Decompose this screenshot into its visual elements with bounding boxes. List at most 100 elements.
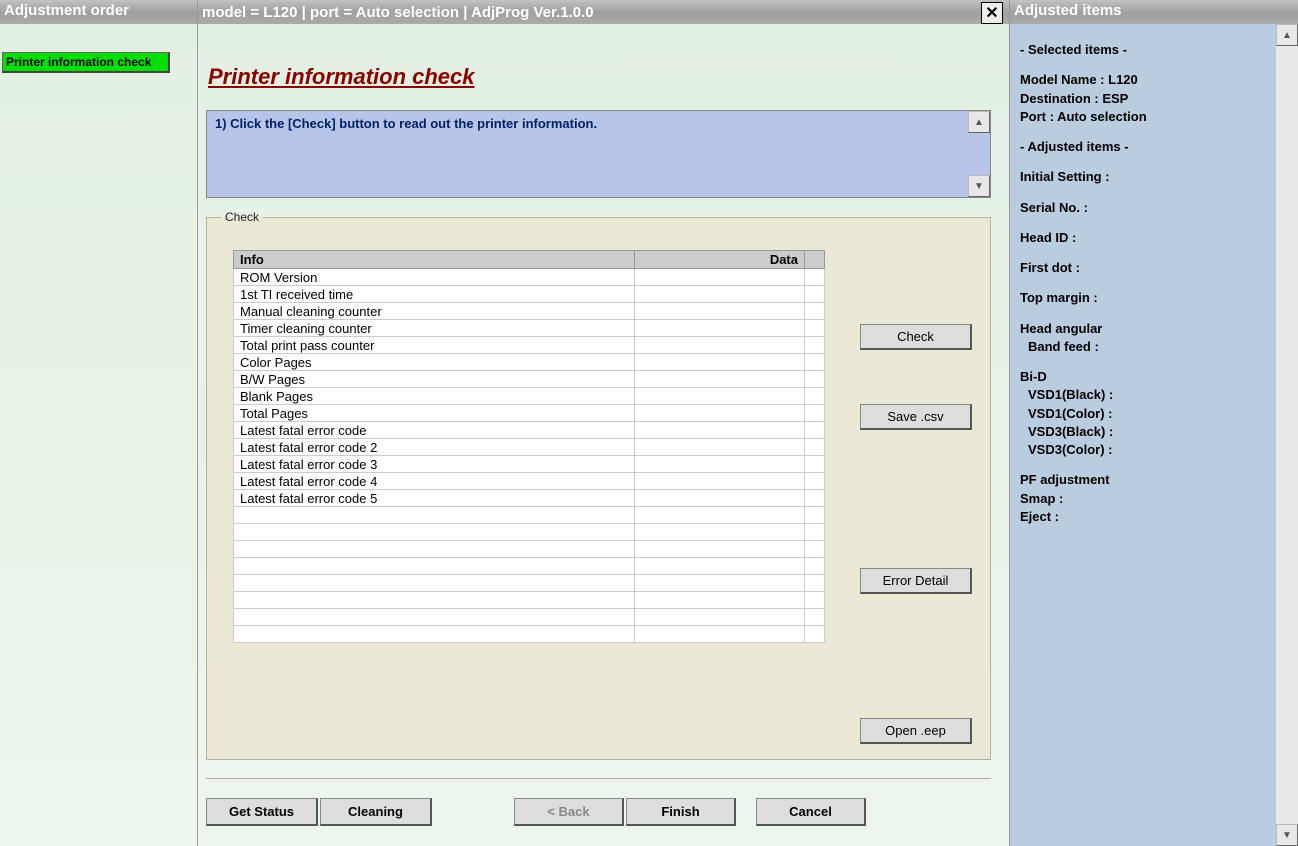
right-content: - Selected items - Model Name : L120 Des…	[1010, 24, 1298, 545]
cell-info: 1st TI received time	[234, 286, 635, 303]
cell-info: Total Pages	[234, 405, 635, 422]
center-header: model = L120 | port = Auto selection | A…	[198, 0, 1009, 24]
scroll-up-button[interactable]: ▲	[968, 111, 990, 133]
table-row[interactable]	[234, 575, 825, 592]
cell-data	[635, 286, 805, 303]
first-dot: First dot :	[1020, 260, 1288, 276]
cell-data	[635, 354, 805, 371]
cell-data	[635, 439, 805, 456]
cell-extra	[805, 320, 825, 337]
table-row[interactable]	[234, 609, 825, 626]
table-row[interactable]: Latest fatal error code	[234, 422, 825, 439]
cell-info: Manual cleaning counter	[234, 303, 635, 320]
cell-extra	[805, 609, 825, 626]
cell-extra	[805, 422, 825, 439]
right-panel: Adjusted items - Selected items - Model …	[1010, 0, 1298, 846]
info-table[interactable]: Info Data ROM Version1st TI received tim…	[233, 250, 825, 643]
bi-d: Bi-D	[1020, 369, 1288, 385]
cell-data	[635, 422, 805, 439]
cell-info: B/W Pages	[234, 371, 635, 388]
table-row[interactable]: Color Pages	[234, 354, 825, 371]
cell-info	[234, 592, 635, 609]
cell-data	[635, 626, 805, 643]
table-row[interactable]	[234, 507, 825, 524]
eject: Eject :	[1020, 509, 1288, 525]
col-info[interactable]: Info	[234, 251, 635, 269]
cell-extra	[805, 337, 825, 354]
table-row[interactable]: Manual cleaning counter	[234, 303, 825, 320]
finish-button[interactable]: Finish	[626, 798, 736, 826]
cell-extra	[805, 405, 825, 422]
left-header: Adjustment order	[0, 0, 197, 24]
band-feed: Band feed :	[1028, 339, 1288, 355]
table-row[interactable]	[234, 524, 825, 541]
table-row[interactable]: Total Pages	[234, 405, 825, 422]
cell-info: Color Pages	[234, 354, 635, 371]
cell-data	[635, 388, 805, 405]
cell-extra	[805, 388, 825, 405]
cell-data	[635, 575, 805, 592]
cell-data	[635, 320, 805, 337]
table-row[interactable]	[234, 592, 825, 609]
left-panel: Adjustment order Printer information che…	[0, 0, 198, 846]
table-row[interactable]: ROM Version	[234, 269, 825, 286]
model-name: Model Name : L120	[1020, 72, 1288, 88]
check-fieldset: Check Info Data ROM Version1st TI receiv…	[206, 210, 991, 760]
cleaning-button[interactable]: Cleaning	[320, 798, 432, 826]
table-row[interactable]: B/W Pages	[234, 371, 825, 388]
cell-extra	[805, 507, 825, 524]
table-row[interactable]: Total print pass counter	[234, 337, 825, 354]
cell-data	[635, 371, 805, 388]
adjustment-order-item[interactable]: Printer information check	[2, 52, 170, 73]
table-row[interactable]	[234, 626, 825, 643]
cell-data	[635, 541, 805, 558]
instruction-text: 1) Click the [Check] button to read out …	[215, 116, 597, 131]
check-button[interactable]: Check	[860, 324, 972, 350]
cell-info: Timer cleaning counter	[234, 320, 635, 337]
back-button[interactable]: < Back	[514, 798, 624, 826]
instruction-scrollbar: ▲ ▼	[968, 111, 990, 197]
get-status-button[interactable]: Get Status	[206, 798, 318, 826]
table-row[interactable]: Latest fatal error code 2	[234, 439, 825, 456]
cell-info	[234, 609, 635, 626]
cell-data	[635, 609, 805, 626]
cell-data	[635, 303, 805, 320]
destination: Destination : ESP	[1020, 91, 1288, 107]
vsd3-black: VSD3(Black) :	[1028, 424, 1288, 440]
scroll-down-button[interactable]: ▼	[1276, 824, 1298, 846]
table-row[interactable]: Blank Pages	[234, 388, 825, 405]
cell-info	[234, 575, 635, 592]
table-row[interactable]: Latest fatal error code 5	[234, 490, 825, 507]
table-row[interactable]: Latest fatal error code 4	[234, 473, 825, 490]
scroll-up-button[interactable]: ▲	[1276, 24, 1298, 46]
open-eep-button[interactable]: Open .eep	[860, 718, 972, 744]
initial-setting: Initial Setting :	[1020, 169, 1288, 185]
table-row[interactable]	[234, 541, 825, 558]
cell-data	[635, 269, 805, 286]
cell-data	[635, 507, 805, 524]
cell-extra	[805, 592, 825, 609]
cell-info: Latest fatal error code 2	[234, 439, 635, 456]
close-button[interactable]: ✕	[981, 2, 1003, 24]
section-adjusted: - Adjusted items -	[1020, 139, 1288, 155]
fieldset-legend: Check	[221, 210, 263, 224]
pf-adjustment: PF adjustment	[1020, 472, 1288, 488]
cell-data	[635, 592, 805, 609]
center-header-text: model = L120 | port = Auto selection | A…	[202, 4, 594, 21]
save-csv-button[interactable]: Save .csv	[860, 404, 972, 430]
cancel-button[interactable]: Cancel	[756, 798, 866, 826]
table-row[interactable]: Latest fatal error code 3	[234, 456, 825, 473]
cell-info: Latest fatal error code 4	[234, 473, 635, 490]
error-detail-button[interactable]: Error Detail	[860, 568, 972, 594]
cell-extra	[805, 541, 825, 558]
table-row[interactable]: Timer cleaning counter	[234, 320, 825, 337]
table-row[interactable]: 1st TI received time	[234, 286, 825, 303]
bottom-bar: Get Status Cleaning < Back Finish Cancel	[206, 798, 991, 826]
table-row[interactable]	[234, 558, 825, 575]
cell-extra	[805, 575, 825, 592]
col-data[interactable]: Data	[635, 251, 805, 269]
cell-data	[635, 337, 805, 354]
cell-extra	[805, 524, 825, 541]
vsd1-color: VSD1(Color) :	[1028, 406, 1288, 422]
scroll-down-button[interactable]: ▼	[968, 175, 990, 197]
